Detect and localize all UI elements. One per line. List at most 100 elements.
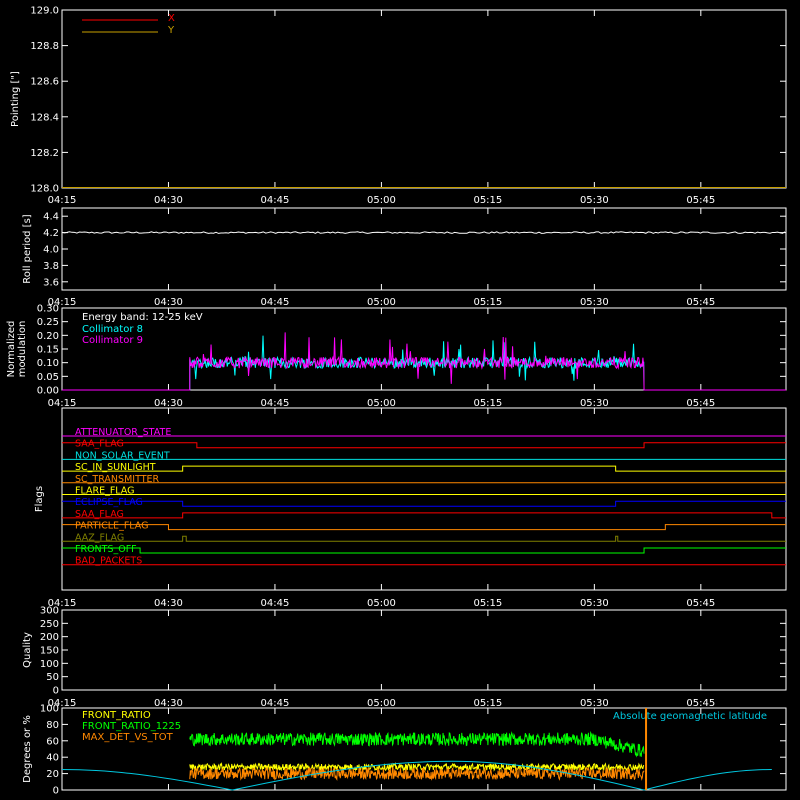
- flag-label: SAA_FLAG: [75, 509, 124, 520]
- quality-frame: [61, 609, 787, 691]
- x-tick-label: 04:30: [154, 398, 183, 409]
- x-tick-label: 05:45: [686, 398, 715, 409]
- legend-label: FRONT_RATIO_1225: [82, 721, 181, 732]
- x-tick-label: 05:00: [367, 698, 396, 709]
- pointing-frame: [61, 9, 787, 189]
- y-tick-label: 100: [40, 659, 59, 670]
- x-tick-label: 04:15: [48, 398, 77, 409]
- y-tick-label: 129.0: [30, 6, 59, 17]
- x-tick-label: 05:00: [367, 195, 396, 206]
- flag-line-eclipse-flag: [62, 500, 786, 507]
- y-axis-label: Normalized: [6, 321, 17, 378]
- flag-label: BAD_PACKETS: [75, 556, 142, 567]
- flag-label: ECLIPSE_FLAG: [75, 497, 143, 508]
- y-axis-label: Quality: [22, 632, 33, 668]
- annotation-geolat: Absolute geomagnetic latitude: [613, 711, 767, 722]
- x-tick-label: 05:45: [686, 598, 715, 609]
- y-tick-label: 150: [40, 646, 59, 657]
- flag-line-particle-flag: [62, 524, 786, 531]
- flag-label: FRONTS_OFF: [75, 544, 137, 555]
- x-tick-label: 05:45: [686, 297, 715, 308]
- y-tick-label: 0.20: [37, 331, 59, 342]
- series-collimator-9: [62, 332, 786, 391]
- y-tick-label: 0.05: [37, 372, 59, 383]
- y-tick-label: 0.30: [37, 304, 59, 315]
- y-axis-label: Flags: [34, 486, 45, 512]
- legend-label: MAX_DET_VS_TOT: [82, 732, 174, 743]
- legend-label-x: X: [168, 13, 175, 24]
- pointing-panel: 04:15 04:30 04:45 05:00 05:15 05:30 05:45 128.0…: [10, 6, 787, 206]
- series-collimator-8: [62, 335, 786, 391]
- roll-panel: 04:15 04:30 04:45 05:00 05:15 05:30 05:453.63.…: [22, 207, 787, 308]
- flag-line-saa-flag: [62, 512, 786, 519]
- flag-label: PARTICLE_FLAG: [75, 521, 148, 532]
- flag-line-aaz-flag: [62, 535, 786, 542]
- x-tick-label: 05:15: [473, 297, 502, 308]
- y-tick-label: 128.0: [30, 184, 59, 195]
- x-tick-label: 05:00: [367, 297, 396, 308]
- y-tick-label: 4.2: [43, 228, 59, 239]
- y-tick-label: 128.8: [30, 41, 59, 52]
- flag-label: AAZ_FLAG: [75, 532, 124, 543]
- flag-label: NON_SOLAR_EVENT: [75, 450, 170, 461]
- series-max-det-vs-tot: [189, 766, 645, 781]
- y-tick-label: 128.4: [30, 112, 59, 123]
- x-tick-label: 04:30: [154, 698, 183, 709]
- y-axis-label: Pointing ["]: [10, 71, 21, 127]
- x-tick-label: 04:45: [261, 297, 290, 308]
- x-tick-label: 05:45: [686, 698, 715, 709]
- x-tick-label: 04:30: [154, 598, 183, 609]
- flags-panel: 04:15 04:30 04:45 05:00 05:15 05:30 05:45Flags…: [34, 407, 787, 609]
- x-tick-label: 05:30: [580, 698, 609, 709]
- y-tick-label: 0: [53, 686, 59, 697]
- flag-label: ATTENUATOR_STATE: [75, 427, 171, 438]
- x-tick-label: 04:30: [154, 195, 183, 206]
- x-tick-label: 05:30: [580, 598, 609, 609]
- legend-label-y: Y: [167, 25, 175, 36]
- flag-label: SC_TRANSMITTER: [75, 474, 160, 485]
- y-tick-label: 4.4: [43, 212, 59, 223]
- y-tick-label: 100: [40, 704, 59, 715]
- x-tick-label: 04:45: [261, 398, 290, 409]
- y-tick-label: 20: [46, 769, 59, 780]
- legend-title: Energy band: 12-25 keV: [82, 312, 203, 323]
- y-axis-label: Degrees or %: [22, 715, 33, 783]
- flag-label: SC_IN_SUNLIGHT: [75, 462, 156, 473]
- modulation-panel: 04:15 04:30 04:45 05:00 05:15 05:30 05:45 0.00 0…: [6, 304, 787, 409]
- y-tick-label: 40: [46, 753, 59, 764]
- y-tick-label: 300: [40, 606, 59, 617]
- y-tick-label: 250: [40, 619, 59, 630]
- quality-panel: 04:15 04:30 04:45 05:00 05:15 05:30 05:4505010…: [22, 606, 787, 709]
- figure: 04:15 04:30 04:45 05:00 05:15 05:30 05:45 128.0…: [6, 6, 787, 797]
- x-tick-label: 05:00: [367, 598, 396, 609]
- y-axis-label: Roll period [s]: [22, 214, 33, 283]
- x-tick-label: 05:15: [473, 598, 502, 609]
- x-tick-label: 04:30: [154, 297, 183, 308]
- series-front-ratio: [189, 761, 645, 773]
- flag-line-sc-in-sunlight: [62, 465, 786, 472]
- legend-label: Collimator 8: [82, 324, 143, 335]
- y-tick-label: 200: [40, 632, 59, 643]
- x-tick-label: 04:45: [261, 598, 290, 609]
- y-tick-label: 80: [46, 720, 59, 731]
- y-tick-label: 50: [46, 672, 59, 683]
- x-tick-label: 05:30: [580, 195, 609, 206]
- y-tick-label: 3.6: [43, 277, 59, 288]
- y-tick-label: 128.2: [30, 148, 59, 159]
- y-tick-label: 0.10: [37, 358, 59, 369]
- y-tick-label: 4.0: [43, 245, 59, 256]
- y-tick-label: 0.25: [37, 317, 59, 328]
- x-tick-label: 05:15: [473, 195, 502, 206]
- y-tick-label: 0.00: [37, 386, 59, 397]
- y-axis-label: modulation: [17, 321, 28, 378]
- x-tick-label: 05:15: [473, 698, 502, 709]
- x-tick-label: 04:45: [261, 698, 290, 709]
- x-tick-label: 04:45: [261, 195, 290, 206]
- legend-label: Collimator 9: [82, 335, 143, 346]
- roll-frame: [61, 207, 787, 291]
- flag-label: SAA_FLAG: [75, 439, 124, 450]
- legend-label: FRONT_RATIO: [82, 710, 151, 721]
- x-tick-label: 05:00: [367, 398, 396, 409]
- ratios-panel: 0 20 40 60 80 100 Degrees or % FRONT_RATIOFRONT…: [22, 704, 787, 797]
- x-tick-label: 05:45: [686, 195, 715, 206]
